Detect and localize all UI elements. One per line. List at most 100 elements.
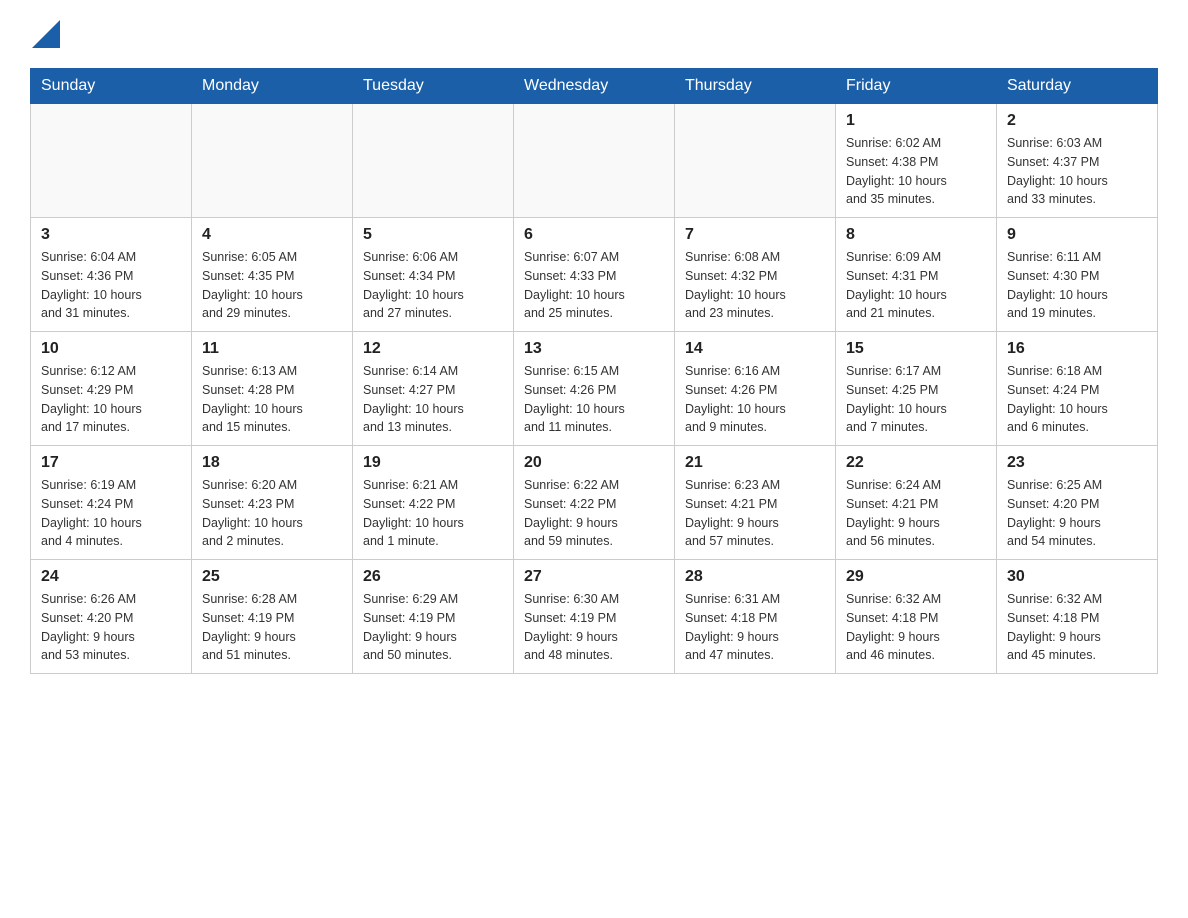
calendar-cell: 29 Sunrise: 6:32 AM Sunset: 4:18 PM Dayli…	[836, 560, 997, 674]
day-number: 15	[846, 340, 986, 358]
calendar-cell: 14 Sunrise: 6:16 AM Sunset: 4:26 PM Dayli…	[675, 332, 836, 446]
day-info: Sunrise: 6:29 AM Sunset: 4:19 PM Dayligh…	[363, 590, 503, 665]
day-info: Sunrise: 6:28 AM Sunset: 4:19 PM Dayligh…	[202, 590, 342, 665]
calendar-cell: 8 Sunrise: 6:09 AM Sunset: 4:31 PM Daylig…	[836, 218, 997, 332]
day-info: Sunrise: 6:11 AM Sunset: 4:30 PM Dayligh…	[1007, 248, 1147, 323]
calendar-cell	[192, 104, 353, 218]
day-info: Sunrise: 6:31 AM Sunset: 4:18 PM Dayligh…	[685, 590, 825, 665]
column-header-tuesday: Tuesday	[353, 69, 514, 104]
calendar-cell: 27 Sunrise: 6:30 AM Sunset: 4:19 PM Dayli…	[514, 560, 675, 674]
day-number: 27	[524, 568, 664, 586]
day-number: 2	[1007, 112, 1147, 130]
day-number: 5	[363, 226, 503, 244]
day-number: 10	[41, 340, 181, 358]
calendar-cell: 30 Sunrise: 6:32 AM Sunset: 4:18 PM Dayli…	[997, 560, 1158, 674]
calendar-cell	[514, 104, 675, 218]
day-info: Sunrise: 6:04 AM Sunset: 4:36 PM Dayligh…	[41, 248, 181, 323]
day-info: Sunrise: 6:22 AM Sunset: 4:22 PM Dayligh…	[524, 476, 664, 551]
day-number: 18	[202, 454, 342, 472]
calendar-cell: 13 Sunrise: 6:15 AM Sunset: 4:26 PM Dayli…	[514, 332, 675, 446]
calendar-cell: 9 Sunrise: 6:11 AM Sunset: 4:30 PM Daylig…	[997, 218, 1158, 332]
day-info: Sunrise: 6:13 AM Sunset: 4:28 PM Dayligh…	[202, 362, 342, 437]
day-number: 6	[524, 226, 664, 244]
calendar-cell	[675, 104, 836, 218]
day-number: 16	[1007, 340, 1147, 358]
day-number: 3	[41, 226, 181, 244]
calendar-cell: 1Sunrise: 6:02 AM Sunset: 4:38 PM Daylig…	[836, 104, 997, 218]
calendar-cell: 25 Sunrise: 6:28 AM Sunset: 4:19 PM Dayli…	[192, 560, 353, 674]
day-number: 21	[685, 454, 825, 472]
day-number: 25	[202, 568, 342, 586]
page-header	[30, 20, 1158, 48]
calendar-cell: 20 Sunrise: 6:22 AM Sunset: 4:22 PM Dayli…	[514, 446, 675, 560]
day-number: 11	[202, 340, 342, 358]
column-header-wednesday: Wednesday	[514, 69, 675, 104]
day-info: Sunrise: 6:30 AM Sunset: 4:19 PM Dayligh…	[524, 590, 664, 665]
week-row-2: 3 Sunrise: 6:04 AM Sunset: 4:36 PM Daylig…	[31, 218, 1158, 332]
calendar-cell: 26Sunrise: 6:29 AM Sunset: 4:19 PM Dayli…	[353, 560, 514, 674]
day-info: Sunrise: 6:20 AM Sunset: 4:23 PM Dayligh…	[202, 476, 342, 551]
calendar-cell: 24Sunrise: 6:26 AM Sunset: 4:20 PM Dayli…	[31, 560, 192, 674]
day-number: 17	[41, 454, 181, 472]
day-info: Sunrise: 6:09 AM Sunset: 4:31 PM Dayligh…	[846, 248, 986, 323]
calendar-cell: 23 Sunrise: 6:25 AM Sunset: 4:20 PM Dayli…	[997, 446, 1158, 560]
column-header-monday: Monday	[192, 69, 353, 104]
column-header-saturday: Saturday	[997, 69, 1158, 104]
calendar-header-row: SundayMondayTuesdayWednesdayThursdayFrid…	[31, 69, 1158, 104]
calendar-cell: 28Sunrise: 6:31 AM Sunset: 4:18 PM Dayli…	[675, 560, 836, 674]
day-number: 13	[524, 340, 664, 358]
calendar-cell: 21 Sunrise: 6:23 AM Sunset: 4:21 PM Dayli…	[675, 446, 836, 560]
day-number: 24	[41, 568, 181, 586]
day-info: Sunrise: 6:06 AM Sunset: 4:34 PM Dayligh…	[363, 248, 503, 323]
day-info: Sunrise: 6:23 AM Sunset: 4:21 PM Dayligh…	[685, 476, 825, 551]
day-info: Sunrise: 6:19 AM Sunset: 4:24 PM Dayligh…	[41, 476, 181, 551]
day-number: 23	[1007, 454, 1147, 472]
calendar-cell	[353, 104, 514, 218]
day-info: Sunrise: 6:32 AM Sunset: 4:18 PM Dayligh…	[1007, 590, 1147, 665]
day-info: Sunrise: 6:32 AM Sunset: 4:18 PM Dayligh…	[846, 590, 986, 665]
day-number: 4	[202, 226, 342, 244]
day-number: 12	[363, 340, 503, 358]
calendar-cell: 4 Sunrise: 6:05 AM Sunset: 4:35 PM Daylig…	[192, 218, 353, 332]
calendar-cell: 12 Sunrise: 6:14 AM Sunset: 4:27 PM Dayli…	[353, 332, 514, 446]
calendar-cell: 2Sunrise: 6:03 AM Sunset: 4:37 PM Daylig…	[997, 104, 1158, 218]
week-row-1: 1Sunrise: 6:02 AM Sunset: 4:38 PM Daylig…	[31, 104, 1158, 218]
day-number: 9	[1007, 226, 1147, 244]
day-number: 8	[846, 226, 986, 244]
day-info: Sunrise: 6:14 AM Sunset: 4:27 PM Dayligh…	[363, 362, 503, 437]
calendar-cell: 17 Sunrise: 6:19 AM Sunset: 4:24 PM Dayli…	[31, 446, 192, 560]
day-info: Sunrise: 6:07 AM Sunset: 4:33 PM Dayligh…	[524, 248, 664, 323]
calendar-cell	[31, 104, 192, 218]
logo	[30, 20, 62, 48]
calendar-cell: 11 Sunrise: 6:13 AM Sunset: 4:28 PM Dayli…	[192, 332, 353, 446]
calendar-cell: 19 Sunrise: 6:21 AM Sunset: 4:22 PM Dayli…	[353, 446, 514, 560]
day-info: Sunrise: 6:25 AM Sunset: 4:20 PM Dayligh…	[1007, 476, 1147, 551]
day-number: 20	[524, 454, 664, 472]
day-info: Sunrise: 6:17 AM Sunset: 4:25 PM Dayligh…	[846, 362, 986, 437]
day-number: 14	[685, 340, 825, 358]
calendar-table: SundayMondayTuesdayWednesdayThursdayFrid…	[30, 68, 1158, 674]
day-info: Sunrise: 6:08 AM Sunset: 4:32 PM Dayligh…	[685, 248, 825, 323]
day-info: Sunrise: 6:02 AM Sunset: 4:38 PM Dayligh…	[846, 134, 986, 209]
day-info: Sunrise: 6:05 AM Sunset: 4:35 PM Dayligh…	[202, 248, 342, 323]
calendar-cell: 5 Sunrise: 6:06 AM Sunset: 4:34 PM Daylig…	[353, 218, 514, 332]
calendar-cell: 16 Sunrise: 6:18 AM Sunset: 4:24 PM Dayli…	[997, 332, 1158, 446]
calendar-cell: 10Sunrise: 6:12 AM Sunset: 4:29 PM Dayli…	[31, 332, 192, 446]
day-info: Sunrise: 6:18 AM Sunset: 4:24 PM Dayligh…	[1007, 362, 1147, 437]
calendar-cell: 6 Sunrise: 6:07 AM Sunset: 4:33 PM Daylig…	[514, 218, 675, 332]
column-header-sunday: Sunday	[31, 69, 192, 104]
day-number: 19	[363, 454, 503, 472]
column-header-thursday: Thursday	[675, 69, 836, 104]
day-number: 29	[846, 568, 986, 586]
day-info: Sunrise: 6:21 AM Sunset: 4:22 PM Dayligh…	[363, 476, 503, 551]
calendar-cell: 7Sunrise: 6:08 AM Sunset: 4:32 PM Daylig…	[675, 218, 836, 332]
calendar-cell: 3 Sunrise: 6:04 AM Sunset: 4:36 PM Daylig…	[31, 218, 192, 332]
week-row-4: 17 Sunrise: 6:19 AM Sunset: 4:24 PM Dayli…	[31, 446, 1158, 560]
day-info: Sunrise: 6:15 AM Sunset: 4:26 PM Dayligh…	[524, 362, 664, 437]
day-number: 22	[846, 454, 986, 472]
day-number: 30	[1007, 568, 1147, 586]
column-header-friday: Friday	[836, 69, 997, 104]
day-info: Sunrise: 6:24 AM Sunset: 4:21 PM Dayligh…	[846, 476, 986, 551]
week-row-5: 24Sunrise: 6:26 AM Sunset: 4:20 PM Dayli…	[31, 560, 1158, 674]
day-info: Sunrise: 6:16 AM Sunset: 4:26 PM Dayligh…	[685, 362, 825, 437]
